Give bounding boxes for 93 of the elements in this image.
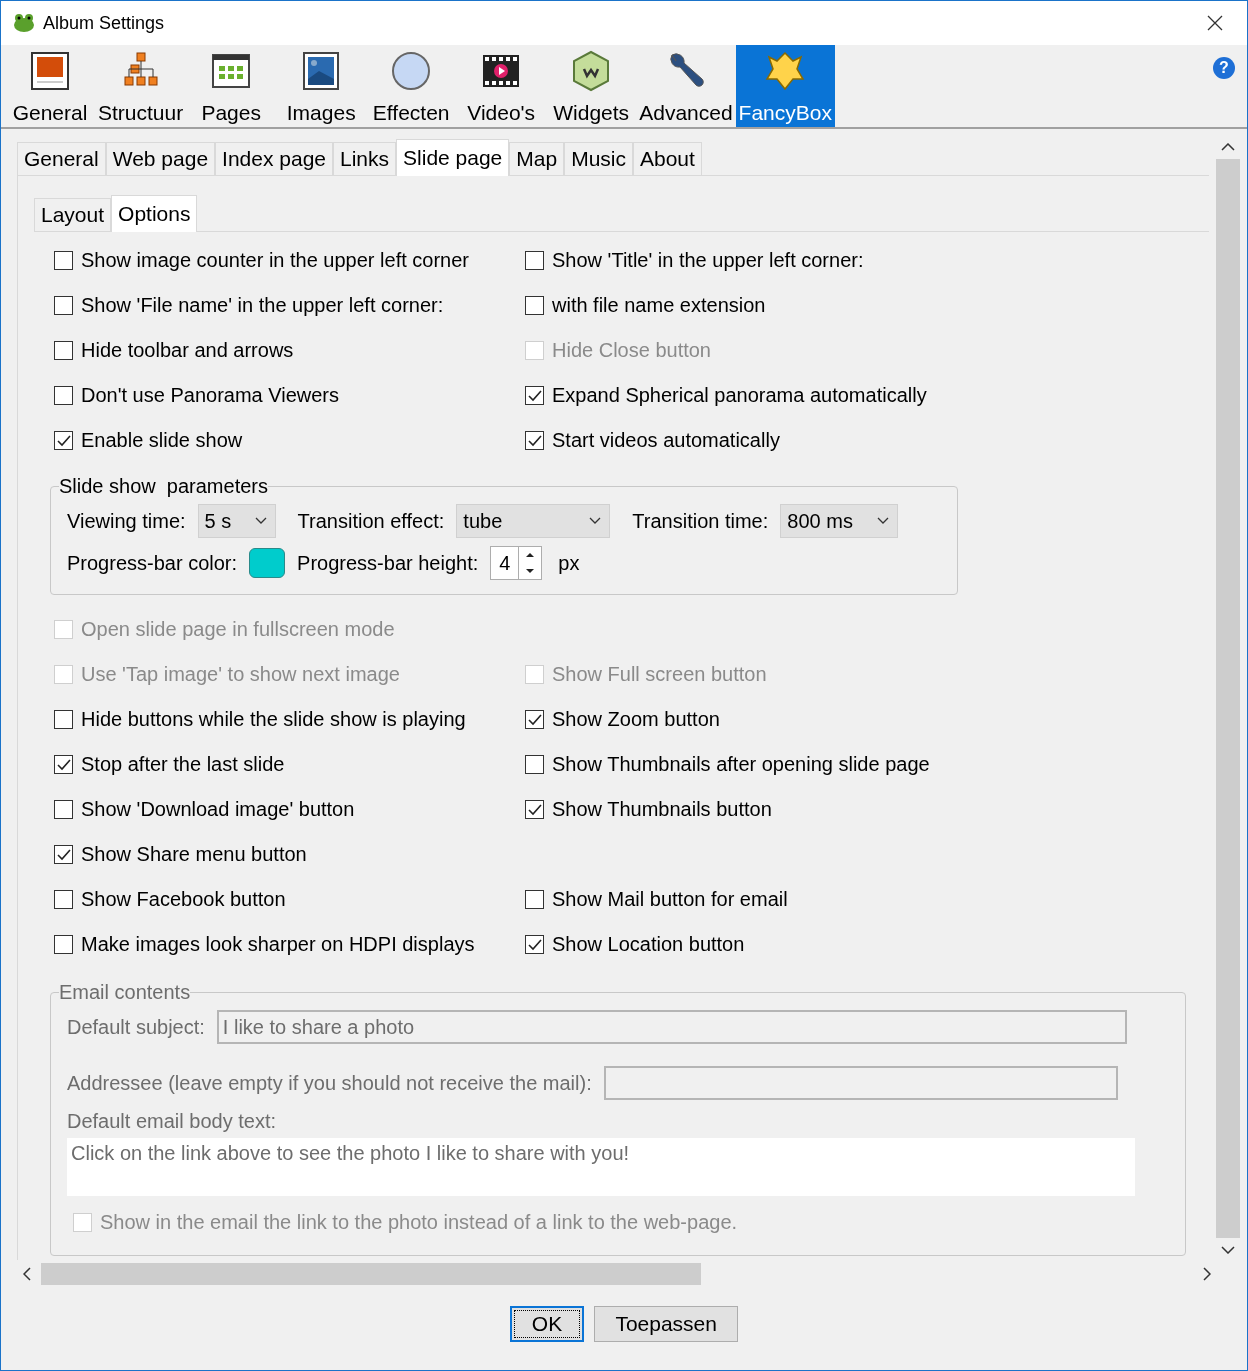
checkbox[interactable] xyxy=(54,755,73,774)
option-label: with file name extension xyxy=(552,294,766,317)
option-label: Show 'Download image' button xyxy=(81,798,355,821)
field-label: Default email body text: xyxy=(67,1109,276,1133)
checkbox[interactable] xyxy=(54,935,73,954)
option-label: Show 'File name' in the upper left corner: xyxy=(81,294,444,317)
option-label: Show Mail button for email xyxy=(552,888,788,911)
scrollbar-thumb[interactable] xyxy=(41,1263,701,1285)
caret-icon xyxy=(877,517,890,525)
caret-icon xyxy=(254,517,267,525)
checkbox[interactable] xyxy=(525,935,544,954)
checkbox[interactable] xyxy=(525,251,544,270)
tab[interactable]: Options xyxy=(111,195,198,232)
window-title: Album Settings xyxy=(43,12,166,34)
toolbar-button[interactable]: Video's xyxy=(456,45,547,127)
option-label: Show Thumbnails after opening slide page xyxy=(552,753,930,776)
option-label: Expand Spherical panorama automatically xyxy=(552,384,927,407)
checkbox[interactable] xyxy=(525,296,544,315)
toolbar-button[interactable]: General xyxy=(5,45,95,127)
tab[interactable]: Layout xyxy=(34,198,112,231)
field-label: Transition time: xyxy=(632,509,769,533)
tab[interactable]: Index page xyxy=(215,142,333,175)
option-label: Hide buttons while the slide show is playing xyxy=(81,708,466,731)
checkbox[interactable] xyxy=(525,755,544,774)
checkbox[interactable] xyxy=(54,431,73,450)
option-label: Hide toolbar and arrows xyxy=(81,339,294,362)
option-label: Show 'Title' in the upper left corner: xyxy=(552,249,864,272)
tab[interactable]: Web page xyxy=(105,142,216,175)
option-label: Show Full screen button xyxy=(552,663,767,686)
checkbox[interactable] xyxy=(54,710,73,729)
option-label: Enable slide show xyxy=(81,429,243,452)
toolbar-button[interactable]: Widgets xyxy=(546,45,637,127)
tab[interactable]: Links xyxy=(333,142,397,175)
field-label: Progress-bar color: xyxy=(67,551,238,575)
checkbox[interactable] xyxy=(54,251,73,270)
height-spinbox[interactable]: 4 xyxy=(490,546,543,580)
toolbar-button[interactable]: Pages xyxy=(186,45,277,127)
option-label: Use 'Tap image' to show next image xyxy=(81,663,400,686)
checkbox[interactable] xyxy=(54,341,73,360)
toolbar-button[interactable]: Advanced xyxy=(636,45,736,127)
caret-icon xyxy=(589,517,602,525)
viewing-time-dropdown[interactable]: 5 s xyxy=(197,504,276,538)
option-label: Show Facebook button xyxy=(81,888,286,911)
checkbox[interactable] xyxy=(525,386,544,405)
checkbox[interactable] xyxy=(54,845,73,864)
option-label: Show Share menu button xyxy=(81,843,307,866)
dialog-button[interactable]: OK xyxy=(509,1306,585,1342)
frog-icon xyxy=(13,13,35,33)
checkbox[interactable] xyxy=(54,890,73,909)
toolbar-button[interactable]: Structuur xyxy=(95,45,187,127)
option-label: Show in the email the link to the photo instead of a link to the web-page. xyxy=(100,1211,738,1234)
option-label: Show image counter in the upper left corner xyxy=(81,249,469,272)
option-label: Make images look sharper on HDPI displays xyxy=(81,933,475,956)
tab[interactable]: General xyxy=(17,142,106,175)
field-label: Transition effect: xyxy=(297,509,445,533)
checkbox[interactable] xyxy=(54,800,73,819)
option-label: Open slide page in fullscreen mode xyxy=(81,618,395,641)
option-label: Show Zoom button xyxy=(552,708,720,731)
close-icon[interactable] xyxy=(1207,15,1223,31)
transition-effect-dropdown[interactable]: tube xyxy=(456,504,611,538)
option-label: Show Location button xyxy=(552,933,745,956)
option-label: Stop after the last slide xyxy=(81,753,285,776)
option-label: Don't use Panorama Viewers xyxy=(81,384,340,407)
field-label: Default subject: xyxy=(67,1015,205,1039)
group-title: Email contents xyxy=(59,981,191,1004)
addressee-field[interactable] xyxy=(603,1066,1118,1100)
tab[interactable]: Slide page xyxy=(396,139,510,176)
unit-label: px xyxy=(558,551,580,575)
toolbar-button[interactable]: Effecten xyxy=(366,45,457,127)
checkbox[interactable] xyxy=(54,296,73,315)
option-label: Show Thumbnails button xyxy=(552,798,772,821)
window-icon xyxy=(28,49,72,93)
checkbox[interactable] xyxy=(525,431,544,450)
color-swatch[interactable] xyxy=(249,548,286,578)
toolbar-button[interactable]: FancyBox xyxy=(735,45,835,127)
tab[interactable]: Music xyxy=(564,142,633,175)
checkbox[interactable] xyxy=(525,710,544,729)
field-label: Viewing time: xyxy=(67,509,186,533)
toolbar-button[interactable]: Images xyxy=(276,45,367,127)
scrollbar-thumb[interactable] xyxy=(1216,159,1240,1238)
checkbox[interactable] xyxy=(525,800,544,819)
field-label: Progress-bar height: xyxy=(297,551,479,575)
tab[interactable]: Map xyxy=(509,142,565,175)
tab[interactable]: About xyxy=(633,142,702,175)
option-label: Start videos automatically xyxy=(552,429,780,452)
group-title: Slide show parameters xyxy=(59,475,268,498)
option-label: Hide Close button xyxy=(552,339,711,362)
checkbox[interactable] xyxy=(54,386,73,405)
checkbox[interactable] xyxy=(525,890,544,909)
field-label: Addressee (leave empty if you should not receive the mail): xyxy=(67,1071,592,1095)
help-button[interactable]: ? xyxy=(1213,57,1235,79)
transition-time-dropdown[interactable]: 800 ms xyxy=(780,504,899,538)
dialog-button[interactable]: Toepassen xyxy=(594,1306,739,1342)
